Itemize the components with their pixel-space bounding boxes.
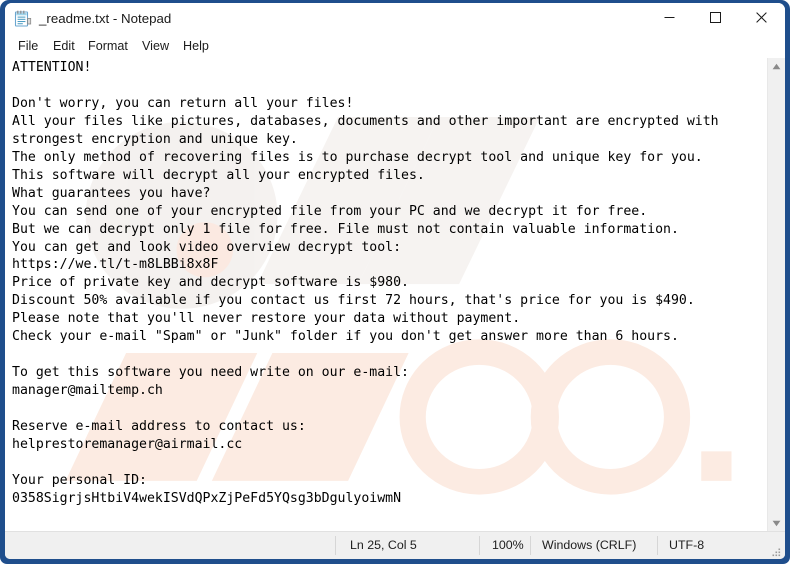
status-encoding[interactable]: UTF-8 xyxy=(669,532,704,559)
notepad-icon xyxy=(13,9,32,28)
menu-bar: File Edit Format View Help xyxy=(5,35,785,59)
text-editor-area[interactable]: ATTENTION! Don't worry, you can return a… xyxy=(5,58,785,532)
menu-item-help[interactable]: Help xyxy=(180,37,212,56)
status-zoom-level[interactable]: 100% xyxy=(492,532,524,559)
scroll-up-icon[interactable] xyxy=(768,58,785,75)
maximize-icon xyxy=(709,11,721,26)
status-divider xyxy=(530,536,531,555)
resize-grip-icon[interactable] xyxy=(770,545,782,557)
maximize-button[interactable] xyxy=(692,3,738,34)
notepad-window: _readme.txt - Notepad File Edit Format V… xyxy=(0,0,790,564)
readme-text-body[interactable]: ATTENTION! Don't worry, you can return a… xyxy=(12,59,765,508)
menu-item-format[interactable]: Format xyxy=(85,37,131,56)
close-icon xyxy=(755,11,767,26)
menu-item-file[interactable]: File xyxy=(15,37,41,56)
status-bar: Ln 25, Col 5 100% Windows (CRLF) UTF-8 xyxy=(5,531,785,559)
status-divider xyxy=(335,536,336,555)
menu-item-edit[interactable]: Edit xyxy=(50,37,78,56)
status-divider xyxy=(657,536,658,555)
window-client-area: _readme.txt - Notepad File Edit Format V… xyxy=(5,3,785,559)
close-button[interactable] xyxy=(738,3,784,34)
minimize-icon xyxy=(664,11,675,26)
title-bar[interactable]: _readme.txt - Notepad xyxy=(5,3,785,35)
status-line-ending[interactable]: Windows (CRLF) xyxy=(542,532,636,559)
status-cursor-position: Ln 25, Col 5 xyxy=(350,538,417,552)
status-divider xyxy=(479,536,480,555)
window-title: _readme.txt - Notepad xyxy=(39,11,172,26)
menu-item-view[interactable]: View xyxy=(139,37,172,56)
minimize-button[interactable] xyxy=(646,3,692,34)
scroll-down-icon[interactable] xyxy=(768,515,785,532)
vertical-scrollbar[interactable] xyxy=(767,58,785,532)
